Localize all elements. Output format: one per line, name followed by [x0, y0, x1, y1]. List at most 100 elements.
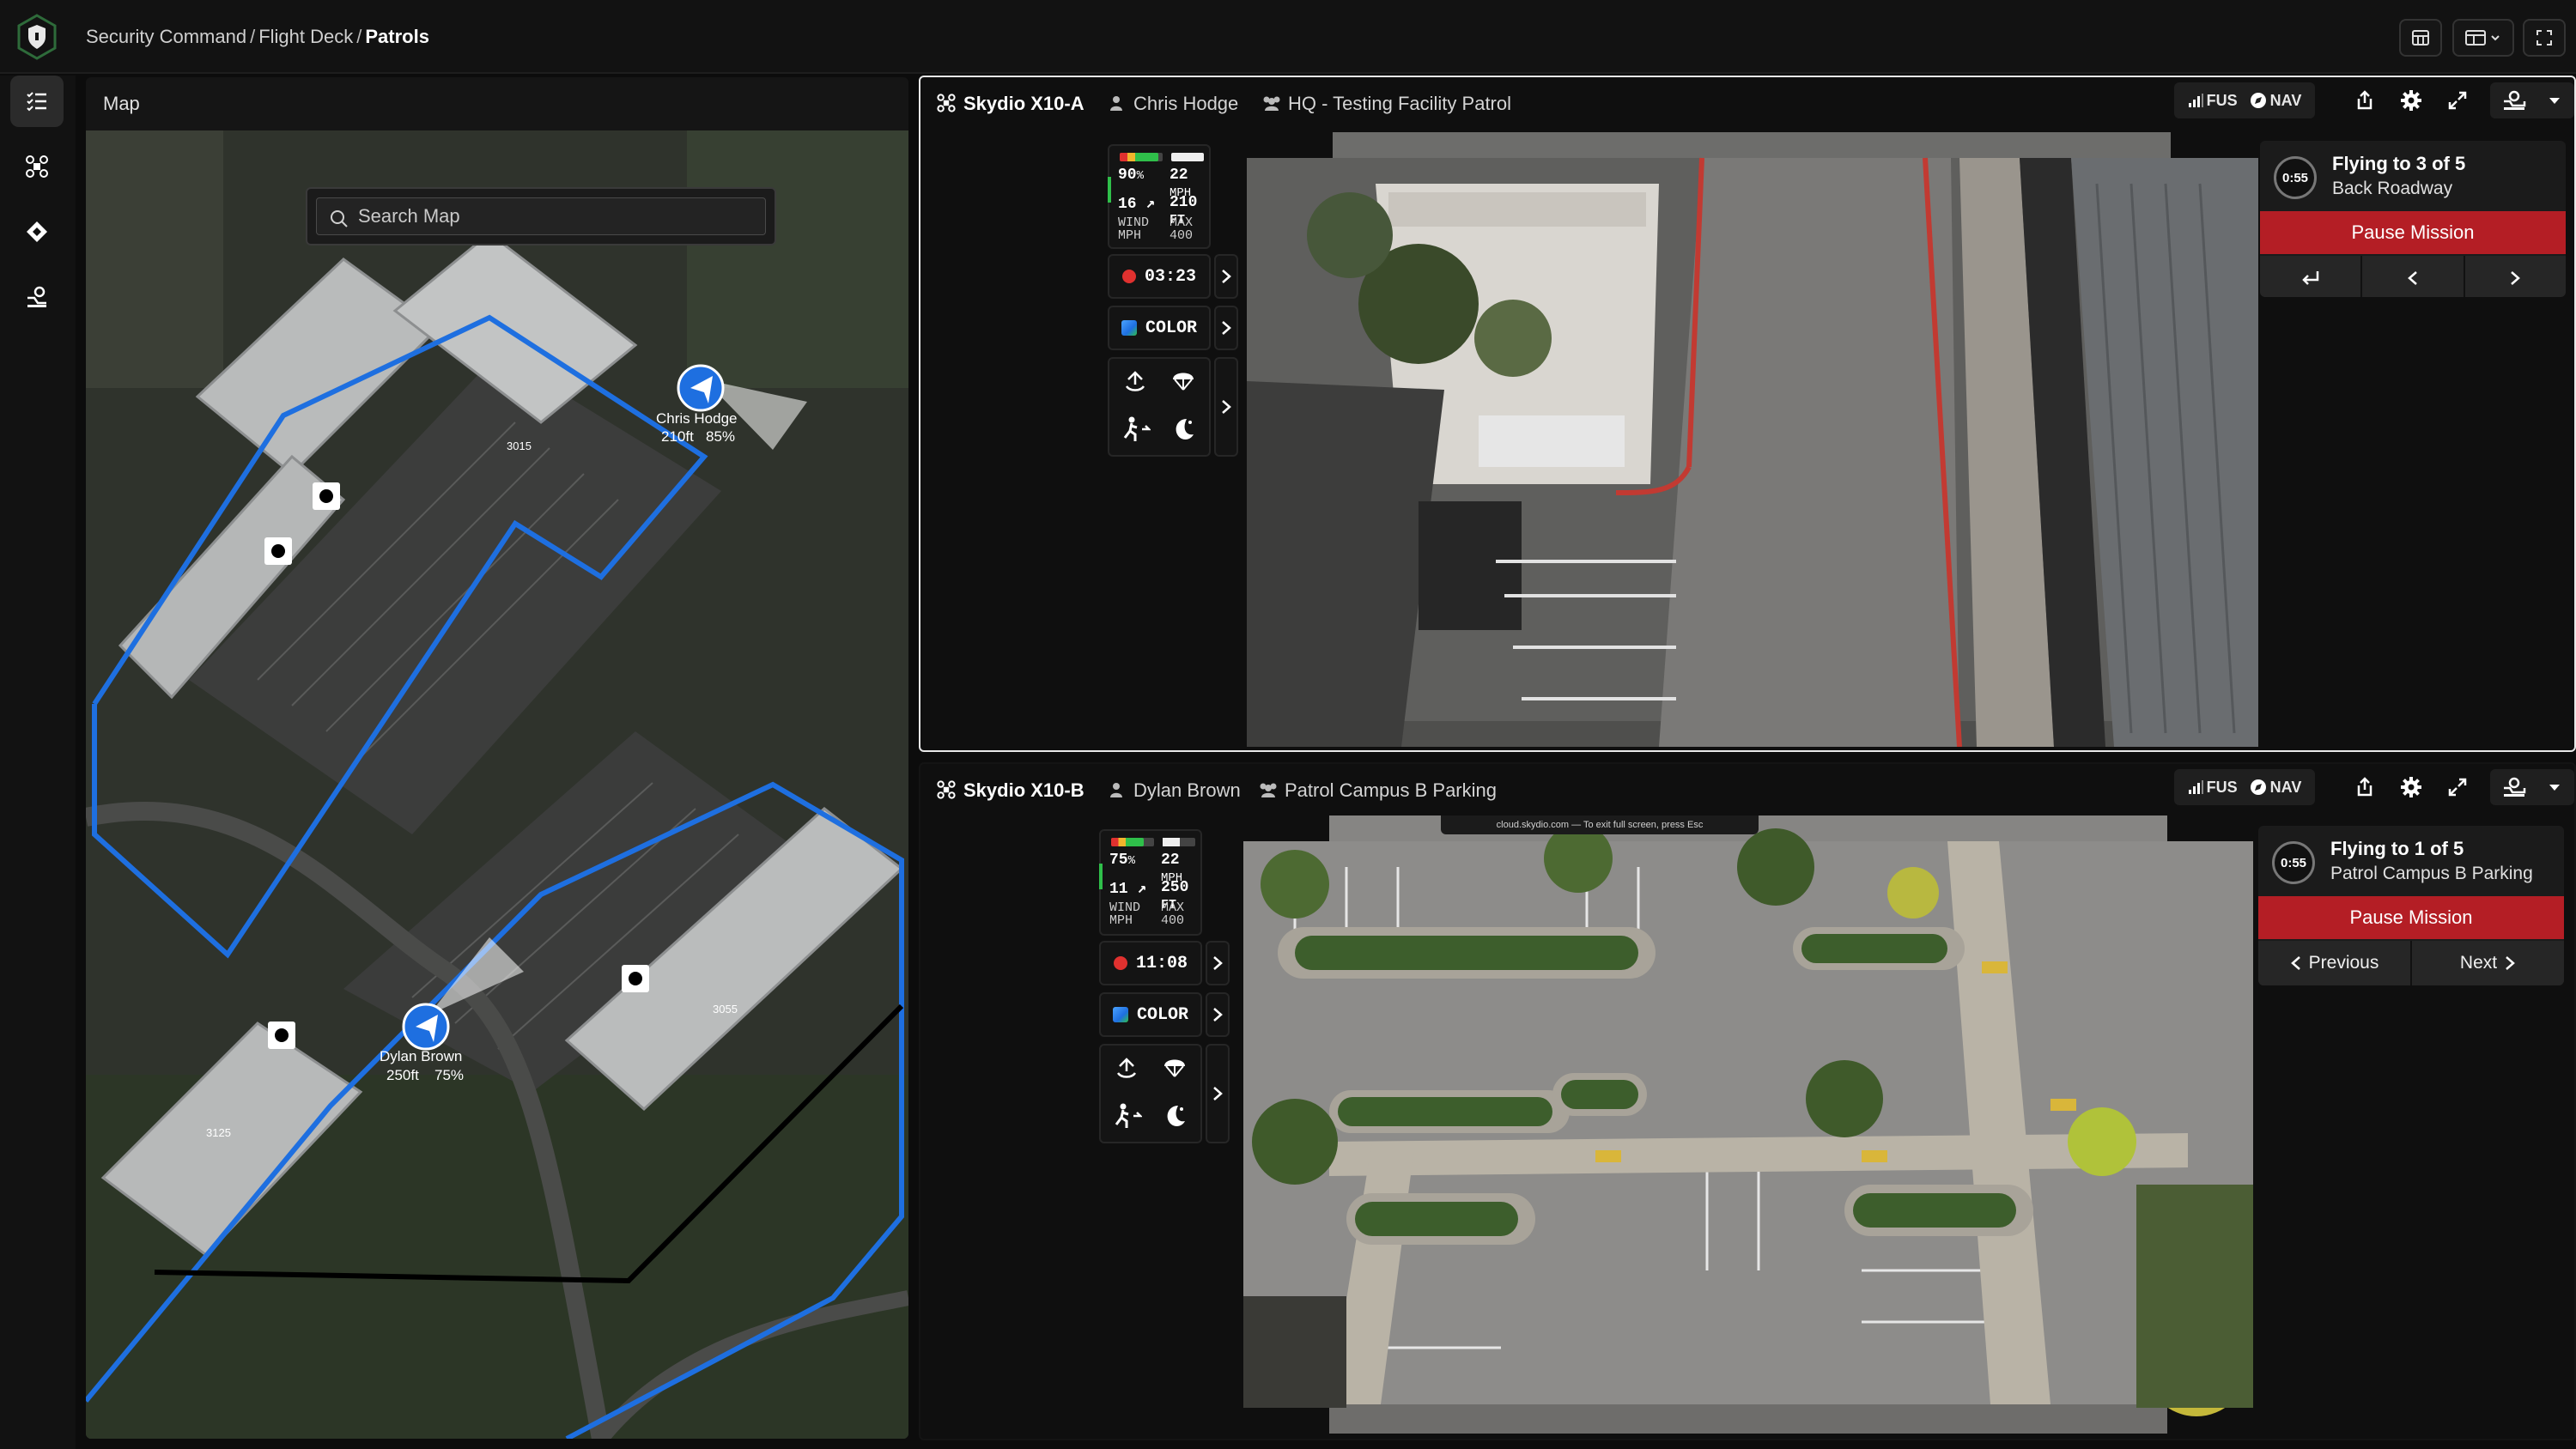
dock-dropdown[interactable] [2490, 82, 2574, 118]
video-feed[interactable]: cloud.skydio.com — To exit full screen, … [1243, 815, 2253, 1434]
wind-label: WIND [1118, 215, 1150, 230]
quick-actions-expand[interactable] [1206, 1044, 1230, 1143]
building-label-3055: 3055 [713, 1003, 738, 1016]
night-mode-icon[interactable] [1170, 415, 1197, 443]
mission-name: HQ - Testing Facility Patrol [1288, 93, 1512, 114]
emergency-land-icon[interactable] [1121, 415, 1151, 443]
camera-mode-expand[interactable] [1214, 306, 1238, 350]
layout-grid-button[interactable] [2399, 19, 2442, 57]
battery-value: 75% [1109, 852, 1136, 869]
connection-status[interactable]: FUS NAV [2174, 769, 2315, 805]
camera-mode[interactable]: COLOR [1108, 306, 1211, 350]
rail-item-drones[interactable] [10, 141, 64, 192]
record-icon [1121, 270, 1136, 283]
chevron-left-icon [2408, 271, 2417, 285]
parachute-icon[interactable] [1161, 1054, 1188, 1082]
recording-expand[interactable] [1214, 254, 1238, 299]
expand-button[interactable] [2439, 769, 2476, 805]
drone-marker-chris-hodge[interactable] [677, 364, 725, 412]
chevron-down-icon [2549, 785, 2560, 791]
recording-expand[interactable] [1206, 941, 1230, 985]
breadcrumb-item-flight-deck[interactable]: Flight Deck [258, 26, 353, 47]
color-mode-label: COLOR [1136, 1004, 1188, 1025]
expand-button[interactable] [2439, 82, 2476, 118]
building-label-3125: 3125 [206, 1126, 231, 1139]
share-button[interactable] [2346, 82, 2384, 118]
recording-timer[interactable]: 11:08 [1099, 941, 1202, 985]
group-icon [1263, 96, 1280, 111]
waypoint-marker[interactable] [268, 1022, 295, 1049]
building-label-3015: 3015 [507, 440, 532, 452]
wind-unit-label: MPH [1109, 913, 1133, 928]
video-feed[interactable] [1247, 132, 2258, 747]
camera-mode[interactable]: COLOR [1099, 992, 1202, 1037]
connection-status[interactable]: FUS NAV [2174, 82, 2315, 118]
map-header: Map [86, 77, 908, 130]
previous-waypoint-button[interactable]: Previous [2258, 941, 2412, 985]
waypoint-icon [27, 221, 47, 242]
person-icon [1110, 96, 1122, 111]
chevron-right-icon [1213, 1087, 1223, 1100]
chevron-right-icon [1213, 1008, 1223, 1022]
left-rail [0, 76, 76, 1449]
return-home-icon[interactable] [1113, 1054, 1140, 1082]
fullscreen-icon [2537, 30, 2552, 45]
breadcrumb-item-security-command[interactable]: Security Command [86, 26, 246, 47]
drone-icon [937, 780, 956, 799]
satellite-map[interactable]: 3015 3055 3125 Chris Hodge 210ft 85% Dyl… [86, 130, 908, 1439]
drone-marker-label-altitude: 250ft [386, 1067, 419, 1083]
emergency-land-icon[interactable] [1113, 1102, 1142, 1130]
camera-mode-expand[interactable] [1206, 992, 1230, 1037]
next-waypoint-button[interactable]: Next [2412, 941, 2564, 985]
map-canvas[interactable]: 3015 3055 3125 Chris Hodge 210ft 85% Dyl… [86, 130, 908, 1439]
rail-item-patrols[interactable] [10, 76, 64, 127]
share-icon [2357, 777, 2372, 797]
rail-item-waypoints[interactable] [10, 206, 64, 258]
mission-name: Patrol Campus B Parking [1285, 779, 1497, 801]
battery-bar [1111, 838, 1154, 846]
fullscreen-button[interactable] [2523, 19, 2566, 57]
pause-mission-button[interactable]: Pause Mission [2258, 896, 2564, 939]
speed-bar [1171, 153, 1204, 161]
share-button[interactable] [2346, 769, 2384, 805]
settings-button[interactable] [2392, 769, 2430, 805]
previous-waypoint-button[interactable] [2362, 256, 2465, 297]
chevron-right-icon [1222, 270, 1231, 283]
recording-timer[interactable]: 03:23 [1108, 254, 1211, 299]
shield-logo-icon[interactable] [15, 14, 58, 60]
chevron-left-icon [2290, 956, 2300, 970]
parachute-icon[interactable] [1170, 367, 1197, 395]
drone-marker-label-battery: 85% [706, 428, 735, 445]
rail-item-docks[interactable] [10, 271, 64, 323]
fus-label: FUS [2206, 91, 2238, 109]
search-input[interactable] [358, 205, 765, 227]
nav-compass-icon [2250, 93, 2266, 108]
mission-timer: 0:55 [2274, 156, 2317, 199]
person-icon [1110, 783, 1122, 797]
map-search-box [316, 197, 766, 235]
quick-actions-expand[interactable] [1214, 357, 1238, 457]
return-button[interactable] [2260, 256, 2363, 297]
dock-dropdown[interactable] [2490, 769, 2574, 805]
split-view-icon [2465, 30, 2500, 45]
drone-icon [937, 94, 956, 112]
next-waypoint-button[interactable] [2465, 256, 2566, 297]
color-mode-icon [1121, 320, 1137, 336]
return-home-icon[interactable] [1121, 367, 1149, 395]
fullscreen-banner: cloud.skydio.com — To exit full screen, … [1441, 815, 1759, 834]
waypoint-marker[interactable] [313, 482, 340, 510]
pause-mission-button[interactable]: Pause Mission [2260, 211, 2566, 254]
wind-label: WIND [1109, 900, 1141, 915]
quick-actions [1099, 1044, 1202, 1143]
breadcrumb-current: Patrols [365, 26, 429, 47]
night-mode-icon[interactable] [1161, 1102, 1188, 1130]
chevron-right-icon [2506, 956, 2515, 970]
settings-button[interactable] [2392, 82, 2430, 118]
split-view-dropdown[interactable] [2452, 19, 2514, 57]
waypoint-marker[interactable] [264, 537, 292, 565]
search-icon [331, 210, 348, 227]
drone-marker-label-altitude: 210ft [661, 428, 694, 445]
waypoint-marker[interactable] [622, 965, 649, 992]
battery-value: 90% [1118, 167, 1145, 184]
drone-marker-dylan-brown[interactable] [402, 1003, 450, 1051]
